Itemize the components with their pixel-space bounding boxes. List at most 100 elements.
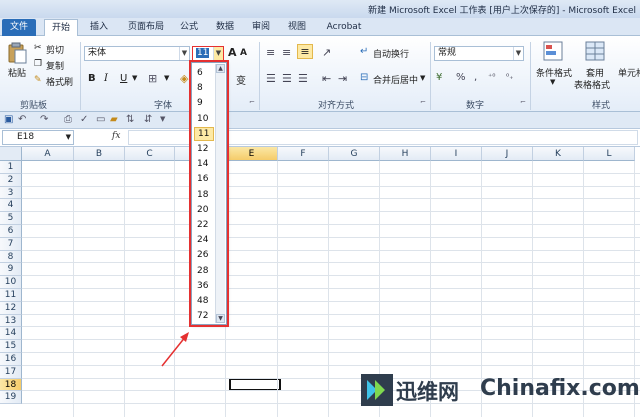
font-size-option[interactable]: 9 [194, 96, 214, 110]
print-preview-icon[interactable]: ⎙ [64, 114, 72, 125]
column-header[interactable]: G [329, 147, 380, 161]
dialog-launcher-icon[interactable]: ⌐ [420, 98, 426, 106]
row-header[interactable]: 3 [0, 186, 22, 200]
conditional-format-icon[interactable] [542, 40, 564, 62]
row-header[interactable]: 2 [0, 173, 22, 187]
chevron-down-icon[interactable]: ▼ [132, 74, 137, 82]
row-header[interactable]: 11 [0, 289, 22, 302]
font-size-dropdown-arrow[interactable]: ▼ [213, 47, 223, 60]
row-header[interactable]: 13 [0, 314, 22, 328]
font-size-option[interactable]: 8 [194, 81, 214, 95]
font-size-option[interactable]: 36 [194, 279, 214, 293]
table-format-line2[interactable]: 表格格式 [574, 78, 610, 91]
redo-icon[interactable]: ↷ [40, 114, 48, 125]
chevron-down-icon[interactable]: ▼ [420, 74, 425, 82]
chevron-down-icon[interactable]: ▼ [179, 47, 189, 60]
align-right-icon[interactable]: ☰ [298, 72, 308, 85]
column-header[interactable]: C [125, 147, 175, 161]
open-folder-icon[interactable]: ▰ [110, 114, 118, 125]
copy-icon[interactable]: ❐ [34, 59, 42, 69]
cell-styles-button[interactable]: 单元格 [618, 66, 640, 79]
font-size-dropdown[interactable]: ▲ ▼ 6 8 9 10 11 12 14 16 18 20 22 24 26 28 36 48 72 [191, 62, 227, 325]
table-format-icon[interactable] [584, 40, 606, 62]
column-header[interactable]: L [584, 147, 635, 161]
font-size-option[interactable]: 24 [194, 233, 214, 247]
align-top-icon[interactable]: ≡ [266, 46, 275, 59]
font-size-option[interactable]: 6 [194, 66, 214, 80]
indent-icon[interactable]: ⇤ [322, 72, 331, 85]
font-size-option[interactable]: 11 [194, 126, 214, 141]
font-size-option[interactable]: 48 [194, 294, 214, 308]
align-left-icon[interactable]: ☰ [266, 72, 276, 85]
font-size-option[interactable]: 12 [194, 142, 214, 156]
row-header[interactable]: 16 [0, 353, 22, 366]
column-header[interactable]: B [74, 147, 125, 161]
row-header[interactable]: 15 [0, 340, 22, 353]
scroll-up-icon[interactable]: ▲ [216, 64, 225, 73]
column-header[interactable]: A [22, 147, 74, 161]
row-header[interactable]: 7 [0, 237, 22, 251]
function-icon[interactable]: fx [112, 131, 120, 141]
sort-descending-icon[interactable]: ⇵ [144, 114, 152, 125]
merge-center-button[interactable]: 合并后居中 [373, 73, 418, 86]
chevron-down-icon[interactable]: ▼ [513, 47, 523, 60]
shrink-font-button[interactable]: A [240, 48, 247, 58]
column-header[interactable]: K [533, 147, 584, 161]
name-box[interactable]: E18 ▼ [2, 130, 74, 145]
italic-button[interactable]: I [104, 73, 108, 84]
row-header[interactable]: 8 [0, 250, 22, 264]
row-header[interactable]: 9 [0, 263, 22, 277]
font-size-option[interactable]: 16 [194, 172, 214, 186]
currency-icon[interactable]: ¥ [436, 72, 442, 83]
column-header[interactable]: J [482, 147, 533, 161]
tab-data[interactable]: 数据 [210, 19, 240, 36]
row-header[interactable]: 4 [0, 199, 22, 213]
undo-icon[interactable]: ↶ [18, 114, 26, 125]
chevron-down-icon[interactable]: ▼ [550, 78, 555, 86]
cut-button[interactable]: 剪切 [46, 43, 64, 56]
tab-insert[interactable]: 插入 [84, 19, 114, 36]
column-header[interactable]: I [431, 147, 482, 161]
customize-qat-icon[interactable]: ▼ [160, 115, 165, 123]
decrease-decimal-icon[interactable]: ⁰₊ [506, 72, 513, 81]
font-size-option[interactable]: 28 [194, 264, 214, 278]
row-header[interactable]: 12 [0, 301, 22, 315]
row-header[interactable]: 5 [0, 212, 22, 225]
font-size-option[interactable]: 18 [194, 188, 214, 202]
align-center-icon[interactable]: ☰ [282, 72, 292, 85]
font-size-combo[interactable]: 11 ▼ [192, 46, 224, 61]
row-header[interactable]: 6 [0, 225, 22, 238]
wrap-text-button[interactable]: 自动换行 [373, 47, 409, 60]
tab-acrobat[interactable]: Acrobat [322, 19, 366, 36]
font-size-option[interactable]: 10 [194, 112, 214, 126]
underline-button[interactable]: U [120, 73, 127, 84]
format-painter-button[interactable]: 格式刷 [46, 75, 73, 88]
row-header[interactable]: 1 [0, 161, 22, 174]
font-size-option[interactable]: 26 [194, 248, 214, 262]
grow-font-button[interactable]: A [228, 46, 237, 59]
font-size-option[interactable]: 22 [194, 218, 214, 232]
active-cell[interactable] [229, 378, 281, 391]
row-header[interactable]: 19 [0, 391, 22, 405]
comma-icon[interactable]: , [474, 72, 477, 83]
align-middle-icon[interactable]: ≡ [282, 46, 291, 59]
tab-page-layout[interactable]: 页面布局 [122, 19, 170, 36]
copy-button[interactable]: 复制 [46, 59, 64, 72]
orientation-icon[interactable]: ↗ [322, 46, 331, 59]
chevron-down-icon[interactable]: ▼ [164, 74, 169, 82]
row-header[interactable]: 18 [0, 378, 22, 392]
paste-icon[interactable] [6, 42, 28, 64]
percent-icon[interactable]: % [456, 72, 466, 83]
tab-file[interactable]: 文件 [2, 19, 36, 36]
align-bottom-icon[interactable]: ≡ [297, 44, 313, 59]
outdent-icon[interactable]: ⇥ [338, 72, 347, 85]
font-size-option[interactable]: 72 [194, 309, 214, 323]
sort-ascending-icon[interactable]: ⇅ [126, 114, 134, 125]
phonetic-icon[interactable]: 变 [236, 72, 246, 87]
tab-home[interactable]: 开始 [44, 19, 78, 36]
font-size-option[interactable]: 14 [194, 157, 214, 171]
row-header[interactable]: 14 [0, 327, 22, 341]
column-header[interactable]: H [380, 147, 431, 161]
select-all-corner[interactable] [0, 147, 22, 161]
dialog-launcher-icon[interactable]: ⌐ [520, 98, 526, 106]
